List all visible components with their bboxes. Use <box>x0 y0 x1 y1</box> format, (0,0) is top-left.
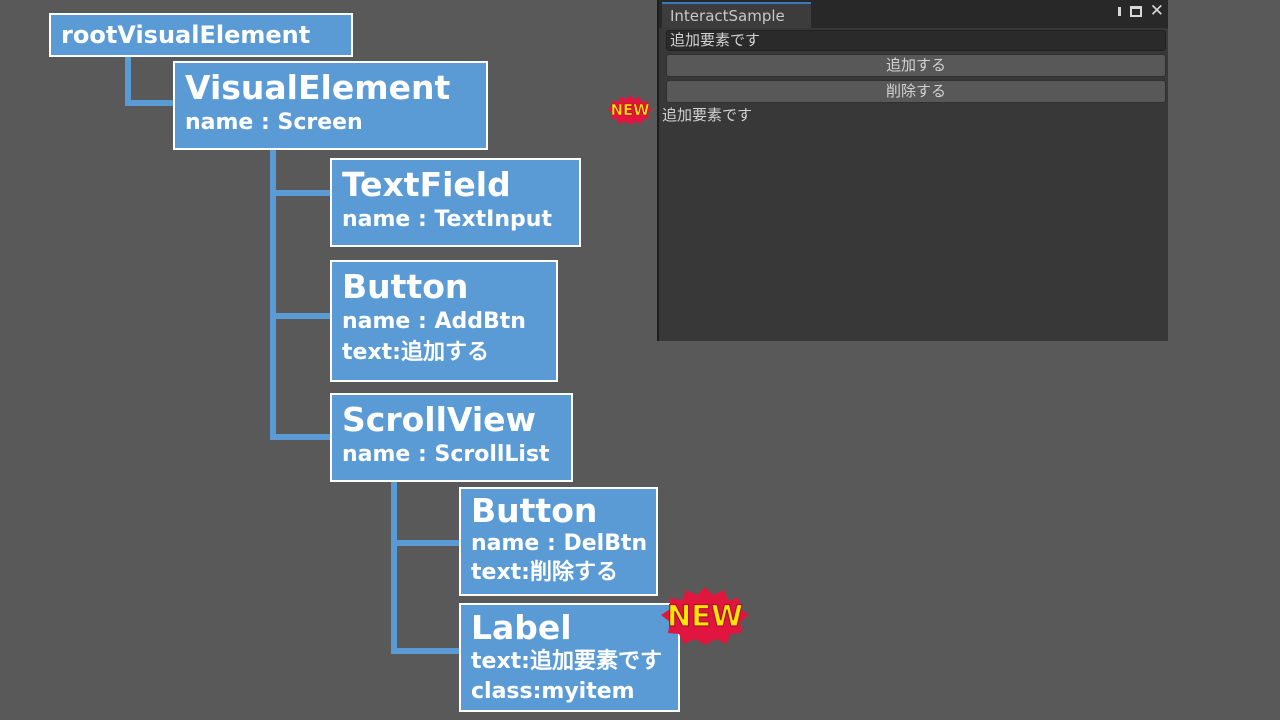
new-badge-text: NEW <box>667 599 743 633</box>
connector-scrollview-label <box>391 648 462 654</box>
node-title: VisualElement <box>185 68 451 107</box>
node-text: text:追加要素です <box>471 649 662 674</box>
node-button-addbtn: Button name : AddBtn text:追加する <box>330 260 558 382</box>
node-name: name : ScrollList <box>342 442 550 467</box>
text-input[interactable]: 追加要素です <box>666 30 1166 51</box>
node-scrollview: ScrollView name : ScrollList <box>330 393 573 482</box>
node-name: name : DelBtn <box>471 531 648 556</box>
node-name: name : TextInput <box>342 207 552 232</box>
node-visual-element-screen: VisualElement name : Screen <box>173 61 488 150</box>
node-title: Button <box>471 491 598 530</box>
new-badge-text: NEW <box>611 102 650 119</box>
connector-scrollview-delbtn <box>391 540 462 546</box>
editor-window: InteractSample ✕ 追加要素です 追加する 削除する 追加要素です <box>657 0 1168 341</box>
node-button-delbtn: Button name : DelBtn text:削除する <box>459 487 658 596</box>
node-title: rootVisualElement <box>61 21 311 49</box>
window-tab-bar: InteractSample ✕ <box>659 0 1168 28</box>
connector-screen-addbtn <box>270 313 332 319</box>
node-root-visual-element: rootVisualElement <box>49 13 353 57</box>
node-label: Label text:追加要素です class:myitem <box>459 603 680 712</box>
connector-root-screen-horizontal <box>125 100 175 106</box>
connector-scrollview-children-vertical <box>391 481 397 654</box>
window-tab-icons: ✕ <box>1117 3 1164 20</box>
node-title: Button <box>342 267 469 306</box>
connector-screen-textfield <box>270 190 332 196</box>
item-label: 追加要素です <box>662 106 753 124</box>
node-title: ScrollView <box>342 400 537 439</box>
node-text: text:削除する <box>471 560 618 585</box>
window-tab[interactable]: InteractSample <box>662 2 811 28</box>
new-badge-large: NEW <box>661 587 749 645</box>
connector-screen-scrollview <box>270 434 332 440</box>
node-text: text:追加する <box>342 340 489 365</box>
node-title: TextField <box>342 165 511 204</box>
delete-button[interactable]: 削除する <box>666 80 1166 103</box>
node-class: class:myitem <box>471 679 635 704</box>
node-title: Label <box>471 608 572 647</box>
more-menu-icon[interactable] <box>1117 7 1122 19</box>
node-name: name : Screen <box>185 110 363 135</box>
node-textfield: TextField name : TextInput <box>330 158 581 247</box>
maximize-icon[interactable] <box>1129 6 1142 17</box>
add-button[interactable]: 追加する <box>666 54 1166 77</box>
connector-root-screen-vertical <box>125 56 131 106</box>
new-badge-small: NEW <box>607 95 653 125</box>
close-icon[interactable]: ✕ <box>1150 3 1164 20</box>
node-name: name : AddBtn <box>342 309 526 334</box>
